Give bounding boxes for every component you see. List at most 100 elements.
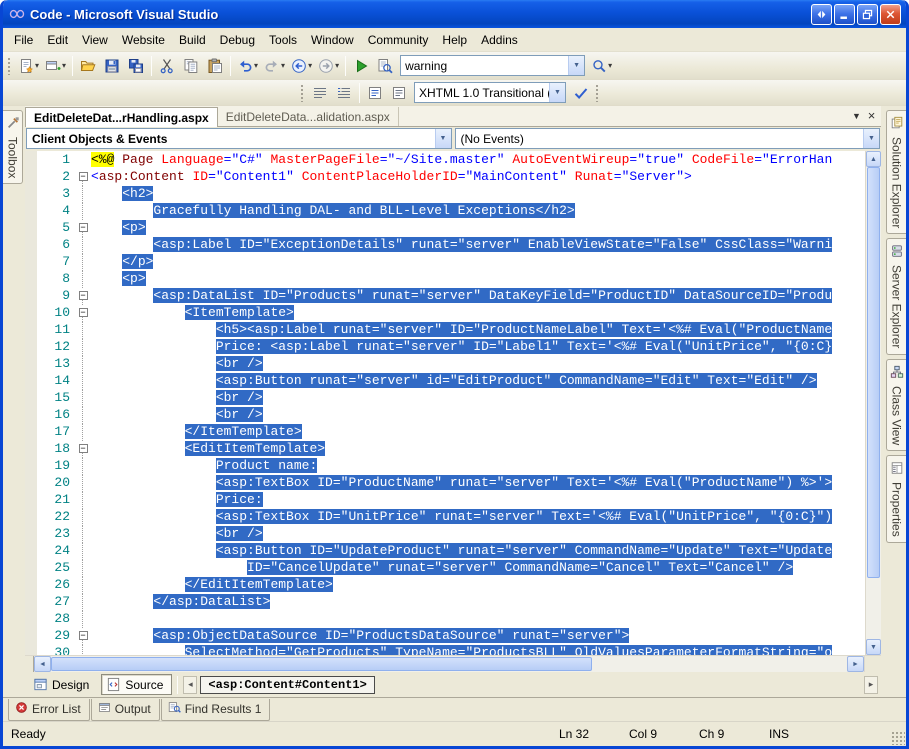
chevron-down-icon[interactable]: ▼ <box>863 129 879 148</box>
vertical-scroll-thumb[interactable] <box>867 167 880 578</box>
find-in-files-button[interactable] <box>373 55 397 77</box>
redo-button[interactable]: ▾ <box>261 55 288 77</box>
panel-tab-find-results-1[interactable]: Find Results 1 <box>160 699 271 721</box>
editor-line[interactable]: 11 <h5><asp:Label runat="server" ID="Pro… <box>25 321 865 339</box>
sidebar-tab-server-explorer[interactable]: Server Explorer <box>886 238 906 355</box>
editor-line[interactable]: 1 <%@ Page Language="C#" MasterPageFile="… <box>25 151 865 168</box>
start-debug-button[interactable] <box>349 55 373 77</box>
horizontal-scroll-track[interactable] <box>51 656 847 672</box>
collapse-icon[interactable]: − <box>78 172 88 181</box>
document-tab[interactable]: EditDeleteDat...rHandling.aspx <box>25 107 218 127</box>
scroll-up-button[interactable]: ▲ <box>866 151 881 167</box>
find-combo[interactable]: warning ▼ <box>400 55 586 76</box>
collapse-icon[interactable]: − <box>78 308 88 317</box>
dropdown-caret-icon[interactable]: ▾ <box>35 61 39 70</box>
title-bar[interactable]: Code - Microsoft Visual Studio <box>3 0 906 28</box>
chevron-down-icon[interactable]: ▼ <box>568 56 585 75</box>
document-tab[interactable]: EditDeleteData...alidation.aspx <box>218 107 399 126</box>
menu-item-file[interactable]: File <box>7 30 40 50</box>
panel-tab-output[interactable]: Output <box>90 699 160 721</box>
menu-item-build[interactable]: Build <box>172 30 213 50</box>
dropdown-caret-icon[interactable]: ▾ <box>254 61 258 70</box>
editor-line[interactable]: 24 <asp:Button ID="UpdateProduct" runat=… <box>25 542 865 560</box>
editor-line[interactable]: 29− <asp:ObjectDataSource ID="ProductsDa… <box>25 627 865 645</box>
toolbar-grip[interactable] <box>595 83 599 102</box>
editor-lines[interactable]: 1 <%@ Page Language="C#" MasterPageFile="… <box>25 151 865 655</box>
editor-line[interactable]: 12 Price: <asp:Label runat="server" ID="… <box>25 338 865 356</box>
window-arrows-button[interactable] <box>811 3 832 25</box>
editor-line[interactable]: 25 ID="CancelUpdate" runat="server" Comm… <box>25 559 865 577</box>
collapse-icon[interactable]: − <box>78 223 88 232</box>
tag-navigator-chip[interactable]: <asp:Content#Content1> <box>200 675 375 694</box>
menu-item-community[interactable]: Community <box>361 30 436 50</box>
editor-line[interactable]: 21 Price: <box>25 491 865 509</box>
save-button[interactable] <box>100 55 124 77</box>
editor-line[interactable]: 4 Gracefully Handling DAL- and BLL-Level… <box>25 202 865 220</box>
resize-grip[interactable] <box>891 731 905 745</box>
editor-line[interactable]: 18− <EditItemTemplate> <box>25 440 865 458</box>
fmt-b-button[interactable] <box>332 82 356 104</box>
horizontal-scroll-thumb[interactable] <box>51 657 593 671</box>
splitter-handle[interactable] <box>25 656 34 672</box>
vertical-scroll-track[interactable] <box>866 167 881 639</box>
quick-find-button[interactable]: ▾ <box>588 55 615 77</box>
vertical-scrollbar[interactable]: ▲ ▼ <box>865 151 881 655</box>
editor-line[interactable]: 28 <box>25 610 865 628</box>
editor-line[interactable]: 22 <asp:TextBox ID="UnitPrice" runat="se… <box>25 508 865 526</box>
nav-back-button[interactable]: ▾ <box>288 55 315 77</box>
editor-line[interactable]: 30 SelectMethod="GetProducts" TypeName="… <box>25 644 865 655</box>
events-dropdown[interactable]: (No Events) ▼ <box>454 128 880 149</box>
editor-line[interactable]: 14 <asp:Button runat="server" id="EditPr… <box>25 372 865 390</box>
collapse-icon[interactable]: − <box>78 291 88 300</box>
toolbar-grip[interactable] <box>7 56 11 75</box>
menu-item-help[interactable]: Help <box>435 30 474 50</box>
new-item-button[interactable]: ▾ <box>15 55 42 77</box>
minimize-button[interactable] <box>834 3 855 25</box>
editor-line[interactable]: 10− <ItemTemplate> <box>25 304 865 322</box>
close-button[interactable] <box>880 3 901 25</box>
sidebar-tab-solution-explorer[interactable]: Solution Explorer <box>886 110 906 235</box>
menu-item-window[interactable]: Window <box>304 30 361 50</box>
fold-toggle[interactable]: − <box>75 168 91 186</box>
check-style-button[interactable] <box>569 82 593 104</box>
editor-line[interactable]: 17 </ItemTemplate> <box>25 423 865 441</box>
editor-line[interactable]: 23 <br /> <box>25 525 865 543</box>
sidebar-tab-properties[interactable]: Properties <box>886 454 906 543</box>
code-editor[interactable]: 1 <%@ Page Language="C#" MasterPageFile="… <box>25 151 881 655</box>
fold-toggle[interactable]: − <box>75 287 91 305</box>
cut-button[interactable] <box>155 55 179 77</box>
object-dropdown[interactable]: Client Objects & Events ▼ <box>26 128 452 149</box>
editor-line[interactable]: 3 <h2> <box>25 185 865 203</box>
editor-line[interactable]: 16 <br /> <box>25 406 865 424</box>
fold-toggle[interactable]: − <box>75 304 91 322</box>
fold-toggle[interactable]: − <box>75 627 91 645</box>
panel-tab-error-list[interactable]: Error List <box>8 699 90 721</box>
fold-toggle[interactable]: − <box>75 440 91 458</box>
editor-line[interactable]: 20 <asp:TextBox ID="ProductName" runat="… <box>25 474 865 492</box>
scroll-right-button[interactable]: ► <box>847 656 864 672</box>
dropdown-caret-icon[interactable]: ▾ <box>308 61 312 70</box>
editor-line[interactable]: 13 <br /> <box>25 355 865 373</box>
menu-item-tools[interactable]: Tools <box>262 30 304 50</box>
editor-line[interactable]: 15 <br /> <box>25 389 865 407</box>
editor-line[interactable]: 26 </EditItemTemplate> <box>25 576 865 594</box>
schema-combo[interactable]: XHTML 1.0 Transitional (▼ <box>414 82 566 103</box>
editor-line[interactable]: 5− <p> <box>25 219 865 237</box>
dropdown-caret-icon[interactable]: ▾ <box>608 61 612 70</box>
fmt-a-button[interactable] <box>308 82 332 104</box>
copy-button[interactable] <box>179 55 203 77</box>
sidebar-tab-class-view[interactable]: Class View <box>886 358 906 451</box>
editor-line[interactable]: 8 <p> <box>25 270 865 288</box>
scroll-left-button[interactable]: ◄ <box>34 656 51 672</box>
editor-line[interactable]: 6 <asp:Label ID="ExceptionDetails" runat… <box>25 236 865 254</box>
collapse-icon[interactable]: − <box>78 444 88 453</box>
open-folder-button[interactable] <box>76 55 100 77</box>
save-all-button[interactable] <box>124 55 148 77</box>
menu-item-addins[interactable]: Addins <box>474 30 525 50</box>
dropdown-caret-icon[interactable]: ▾ <box>335 61 339 70</box>
dropdown-caret-icon[interactable]: ▾ <box>281 61 285 70</box>
scroll-down-button[interactable]: ▼ <box>866 639 881 655</box>
editor-line[interactable]: 9− <asp:DataList ID="Products" runat="se… <box>25 287 865 305</box>
paste-button[interactable] <box>203 55 227 77</box>
undo-button[interactable]: ▾ <box>234 55 261 77</box>
